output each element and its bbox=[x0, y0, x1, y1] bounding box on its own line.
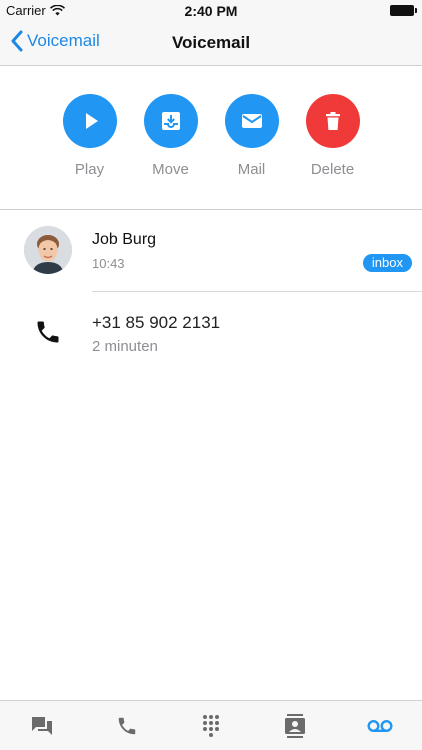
mail-button[interactable]: Mail bbox=[224, 94, 279, 178]
delete-button-circle[interactable] bbox=[305, 94, 360, 148]
tab-chat[interactable] bbox=[0, 701, 84, 750]
move-label: Move bbox=[152, 161, 189, 178]
dialpad-icon bbox=[203, 714, 220, 737]
caller-name: Job Burg bbox=[92, 231, 157, 248]
avatar-portrait bbox=[24, 226, 72, 274]
move-button[interactable]: Move bbox=[143, 94, 198, 178]
play-icon bbox=[85, 113, 98, 129]
voicemail-icon bbox=[367, 719, 393, 732]
mail-button-circle[interactable] bbox=[224, 94, 279, 148]
contacts-icon bbox=[285, 713, 306, 738]
play-button-circle[interactable] bbox=[62, 94, 117, 148]
voicemail-duration: 2 minuten bbox=[92, 338, 158, 355]
move-to-inbox-icon bbox=[161, 112, 180, 130]
tab-voicemail[interactable] bbox=[338, 701, 422, 750]
chat-icon bbox=[32, 716, 53, 735]
tab-bar bbox=[0, 700, 422, 750]
call-details-row[interactable]: +31 85 902 2131 2 minuten bbox=[0, 310, 422, 360]
status-time: 2:40 PM bbox=[184, 3, 238, 19]
play-label: Play bbox=[74, 161, 105, 178]
caller-row: Job Burg 10:43 inbox bbox=[0, 226, 422, 276]
avatar bbox=[24, 226, 72, 274]
page-title: Voicemail bbox=[171, 33, 251, 52]
action-buttons: Play Move Mail Delete bbox=[0, 94, 422, 178]
tab-contacts[interactable] bbox=[253, 701, 337, 750]
phone-icon bbox=[118, 717, 135, 734]
phone-icon bbox=[37, 321, 59, 343]
section-divider bbox=[0, 209, 422, 210]
row-divider bbox=[92, 291, 422, 292]
voicemail-time: 10:43 bbox=[92, 256, 125, 271]
mail-icon bbox=[241, 114, 262, 128]
tab-calls[interactable] bbox=[84, 701, 168, 750]
status-bar: Carrier 2:40 PM bbox=[0, 0, 422, 22]
caller-number: +31 85 902 2131 bbox=[92, 313, 221, 332]
delete-label: Delete bbox=[310, 161, 355, 178]
battery-icon bbox=[390, 5, 417, 16]
tab-dialpad[interactable] bbox=[169, 701, 253, 750]
mail-label: Mail bbox=[237, 161, 266, 178]
delete-button[interactable]: Delete bbox=[305, 94, 360, 178]
play-button[interactable]: Play bbox=[62, 94, 117, 178]
navigation-bar: Voicemail Voicemail bbox=[0, 22, 422, 66]
trash-icon bbox=[325, 112, 340, 130]
move-button-circle[interactable] bbox=[143, 94, 198, 148]
folder-badge: inbox bbox=[362, 254, 412, 272]
